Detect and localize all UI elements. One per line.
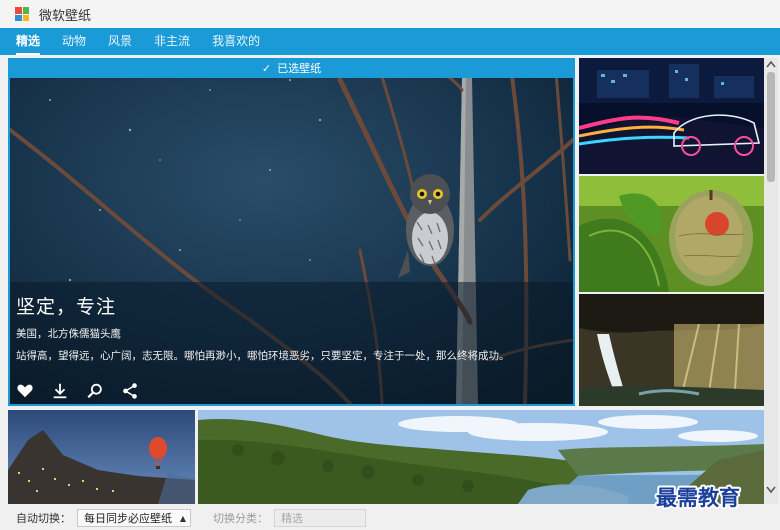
watermark-logo: 最需教育 最需教育 xyxy=(654,483,742,512)
tab-featured[interactable]: 精选 xyxy=(16,28,41,55)
title-bar: 微软壁纸 xyxy=(0,0,780,28)
download-icon[interactable] xyxy=(51,382,69,400)
scrollbar[interactable] xyxy=(764,58,778,504)
auto-switch-select[interactable]: 每日同步必应壁纸 ▲ xyxy=(77,509,191,527)
share-icon[interactable] xyxy=(121,382,139,400)
leaf-physalis-image xyxy=(579,176,764,292)
thumbnail-waterfall[interactable] xyxy=(579,294,764,406)
scrollbar-thumb[interactable] xyxy=(767,72,775,182)
featured-actions xyxy=(16,382,139,400)
check-icon: ✓ xyxy=(261,62,272,75)
neon-car-image xyxy=(579,58,764,174)
featured-caption-panel: 坚定，专注 美国，北方侏儒猫头鹰 站得高，望得远，心广阔，志无限。哪怕再渺小，哪… xyxy=(10,282,573,404)
tab-scenery[interactable]: 风景 xyxy=(108,28,132,55)
heart-icon[interactable] xyxy=(16,382,34,400)
featured-subtitle: 美国，北方侏儒猫头鹰 xyxy=(16,328,121,340)
tab-animals[interactable]: 动物 xyxy=(62,28,86,55)
hill-town-balloon-image xyxy=(8,410,195,504)
tab-alternative[interactable]: 非主流 xyxy=(154,28,190,55)
auto-switch-value: 每日同步必应壁纸 xyxy=(84,512,172,525)
thumbnail-green-leaf[interactable] xyxy=(579,176,764,292)
chevron-up-icon[interactable] xyxy=(766,60,776,68)
selected-label: 已选壁纸 xyxy=(277,62,322,75)
featured-wallpaper[interactable]: ✓ 已选壁纸 坚定，专注 美国，北方侏儒猫头鹰 站得高，望得远，心广阔，志无限。… xyxy=(8,58,575,406)
selected-banner: ✓ 已选壁纸 xyxy=(10,60,573,78)
thumbnail-neon-car[interactable] xyxy=(579,58,764,174)
search-icon[interactable] xyxy=(86,382,104,400)
category-switch-label: 切换分类： xyxy=(213,512,268,525)
window-title: 微软壁纸 xyxy=(39,8,92,24)
watermark-text: 最需教育 xyxy=(656,485,740,510)
app-logo-icon xyxy=(15,7,29,21)
category-tab-bar: 精选 动物 风景 非主流 我喜欢的 xyxy=(0,28,780,55)
wallpaper-grid: ✓ 已选壁纸 坚定，专注 美国，北方侏儒猫头鹰 站得高，望得远，心广阔，志无限。… xyxy=(8,58,768,504)
thumbnail-hill-town[interactable] xyxy=(8,410,195,504)
caret-up-icon: ▲ xyxy=(179,513,186,523)
auto-switch-label: 自动切换： xyxy=(16,512,71,525)
featured-description: 站得高，望得远，心广阔，志无限。哪怕再渺小，哪怕环境恶劣，只要坚定，专注于一处，… xyxy=(16,350,510,362)
category-switch-value: 精选 xyxy=(281,512,303,525)
waterfall-image xyxy=(579,294,764,406)
category-switch-select: 精选 xyxy=(274,509,366,527)
tab-favorites[interactable]: 我喜欢的 xyxy=(212,28,260,55)
featured-title: 坚定，专注 xyxy=(16,296,117,318)
